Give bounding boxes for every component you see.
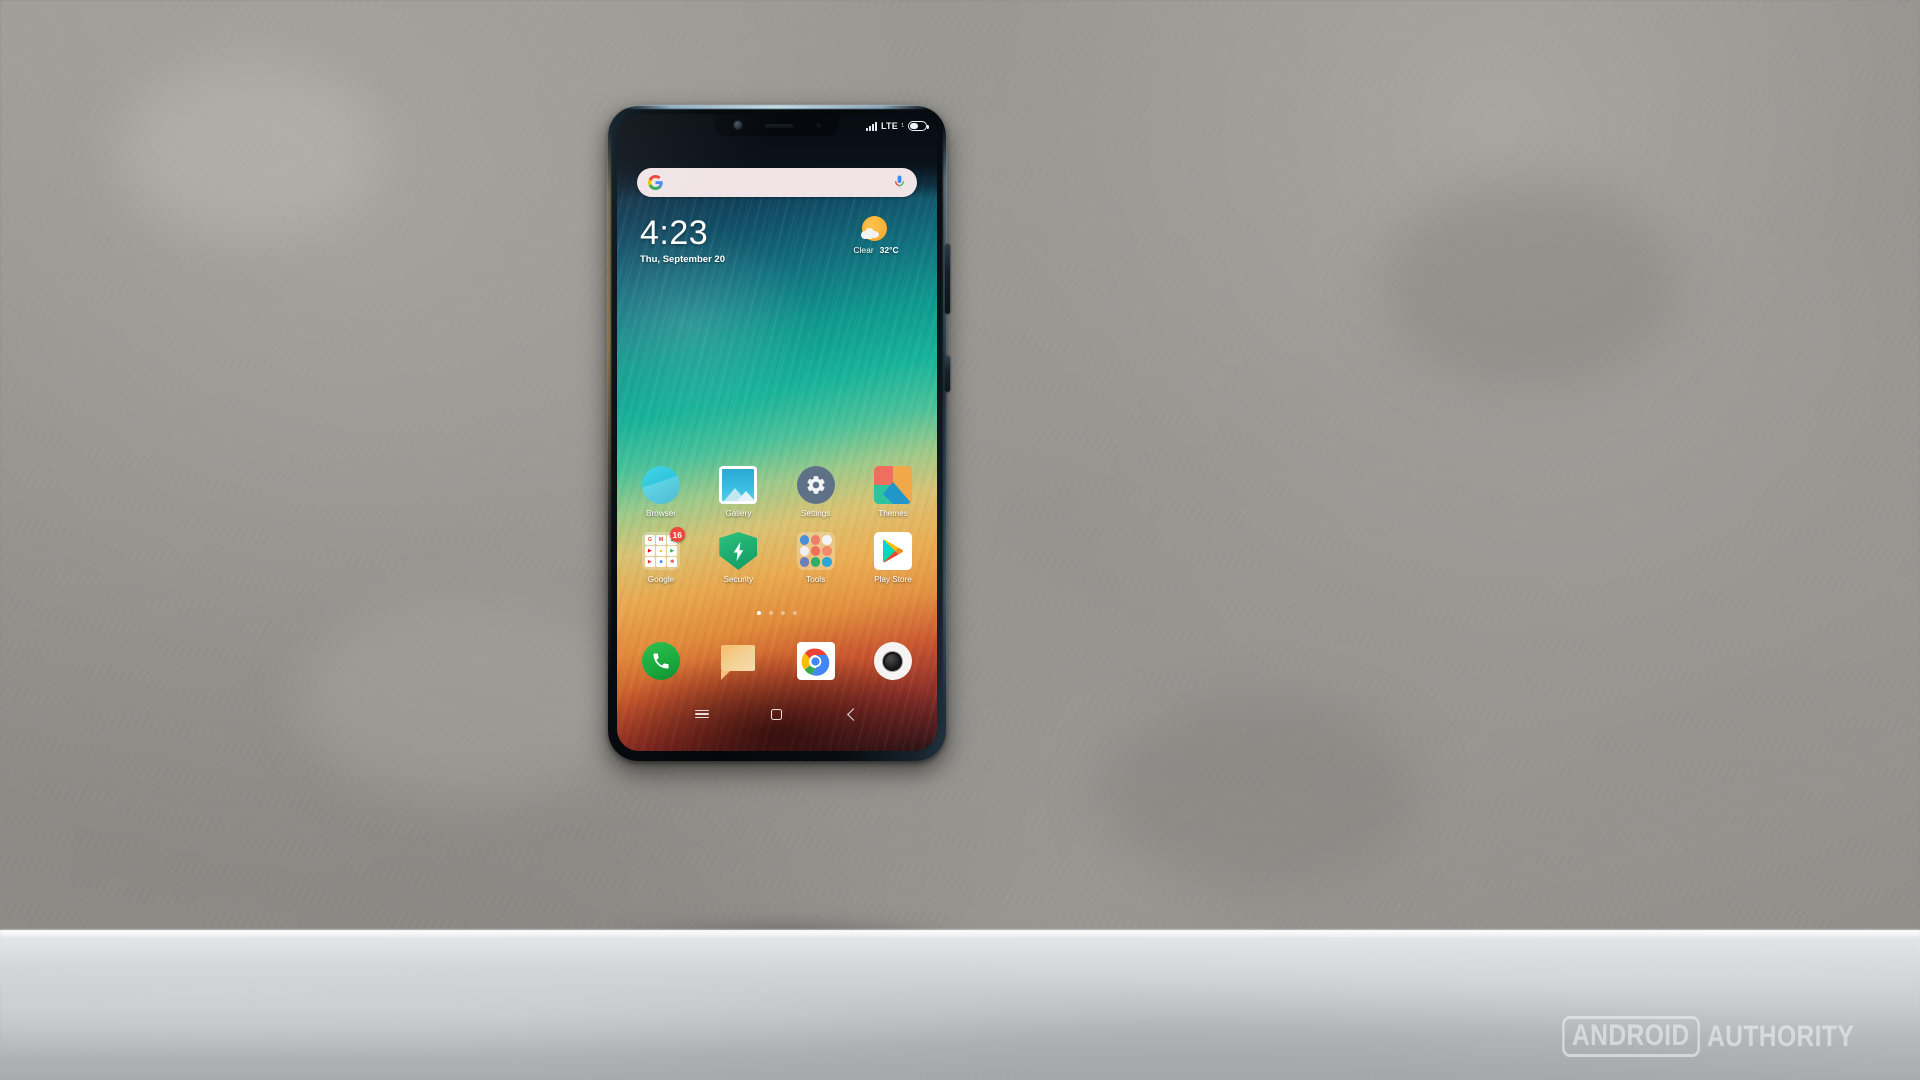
security-shield-icon [719, 532, 758, 570]
chrome-icon [796, 642, 835, 680]
google-folder-icon: G M ▲ ▶ ▲ ▶ ▶ ■ ✽ 16 [642, 527, 685, 570]
phone-rim-top [622, 105, 932, 109]
ledge-highlight [0, 930, 1920, 937]
menu-hamburger-icon [695, 708, 710, 721]
app-label: Settings [800, 509, 831, 518]
recents-button[interactable] [692, 704, 712, 724]
messages-bubble-icon [719, 642, 757, 680]
page-dot[interactable] [769, 611, 773, 615]
phone-rim-right [943, 122, 947, 711]
navigation-bar [617, 699, 937, 729]
play-store-icon [873, 532, 912, 570]
phone-screen: LTE 1 4:23 Thu, September 20 Clear 32°C … [617, 114, 937, 751]
back-button[interactable] [842, 704, 862, 724]
network-type-label: LTE [881, 120, 898, 131]
page-dot-active[interactable] [757, 611, 761, 615]
status-bar[interactable]: LTE 1 [866, 118, 929, 134]
dock-item-chrome[interactable] [784, 642, 848, 680]
battery-icon [908, 121, 929, 131]
app-security[interactable]: Security [706, 532, 770, 584]
clock-date: Thu, September 20 [640, 254, 725, 265]
signal-strength-icon [866, 121, 877, 131]
page-dot[interactable] [781, 611, 785, 615]
front-camera-icon [733, 121, 742, 129]
dock [629, 642, 925, 680]
camera-lens-icon [873, 642, 912, 680]
gallery-icon [719, 466, 758, 504]
notification-badge: 16 [669, 527, 685, 542]
google-search-bar[interactable] [637, 168, 917, 197]
app-label: Play Store [874, 575, 912, 584]
app-label: Gallery [725, 509, 752, 518]
app-tools-folder[interactable]: Tools [784, 532, 848, 584]
display-notch [715, 114, 839, 136]
weather-text: Clear 32°C [838, 245, 914, 255]
volume-rocker-button[interactable] [945, 244, 950, 314]
smartphone-device: LTE 1 4:23 Thu, September 20 Clear 32°C … [607, 105, 950, 761]
weather-widget[interactable]: Clear 32°C [838, 216, 914, 255]
earpiece-speaker [763, 122, 794, 128]
browser-icon [642, 466, 680, 504]
settings-gear-icon [796, 466, 835, 504]
app-settings[interactable]: Settings [784, 466, 848, 518]
google-g-icon [648, 175, 663, 190]
wall-blotch [1100, 700, 1420, 890]
app-google-folder[interactable]: G M ▲ ▶ ▲ ▶ ▶ ■ ✽ 16 Google [629, 527, 693, 584]
home-square-icon [771, 708, 783, 720]
network-sublabel: 1 [900, 123, 904, 129]
app-label: Tools [806, 575, 826, 584]
app-grid: Browser Gallery Settings Themes G M ▶ ▲ … [629, 466, 925, 598]
app-gallery[interactable]: Gallery [706, 466, 770, 518]
app-row: G M ▲ ▶ ▲ ▶ ▶ ■ ✽ 16 Google [629, 527, 925, 584]
watermark-boxed-word: ANDROID [1562, 1016, 1700, 1057]
phone-handset-icon [642, 642, 680, 680]
sun-behind-cloud-icon [861, 216, 891, 242]
microphone-icon[interactable] [893, 175, 906, 190]
photo-scene: LTE 1 4:23 Thu, September 20 Clear 32°C … [0, 0, 1920, 1080]
wall-blotch [120, 60, 380, 240]
app-play-store[interactable]: Play Store [861, 532, 925, 584]
app-label: Themes [878, 509, 908, 518]
power-button[interactable] [945, 356, 950, 392]
clock-weather-widget[interactable]: 4:23 Thu, September 20 Clear 32°C [640, 216, 914, 272]
dock-item-camera[interactable] [861, 642, 925, 680]
proximity-sensor [815, 122, 821, 128]
chevron-left-icon [846, 707, 860, 721]
app-themes[interactable]: Themes [861, 466, 925, 518]
app-label: Browser [645, 509, 677, 518]
dock-item-messages[interactable] [706, 642, 770, 680]
phone-rim-left [607, 126, 611, 691]
themes-icon [873, 466, 912, 504]
weather-condition: Clear [853, 245, 874, 255]
home-button[interactable] [767, 704, 787, 724]
app-label: Security [723, 575, 754, 584]
weather-temperature: 32°C [879, 245, 899, 255]
page-dot[interactable] [793, 611, 797, 615]
dock-item-phone[interactable] [629, 642, 693, 680]
watermark: ANDROID AUTHORITY [1532, 1016, 1886, 1057]
wall-blotch [1380, 180, 1680, 390]
page-indicator[interactable] [617, 611, 937, 615]
watermark-plain-word: AUTHORITY [1706, 1019, 1854, 1053]
wall-blotch [300, 600, 640, 800]
app-row: Browser Gallery Settings Themes [629, 466, 925, 518]
app-browser[interactable]: Browser [629, 466, 693, 518]
app-label: Google [647, 575, 675, 584]
tools-folder-icon [796, 532, 835, 570]
ledge-texture [0, 930, 1920, 1080]
